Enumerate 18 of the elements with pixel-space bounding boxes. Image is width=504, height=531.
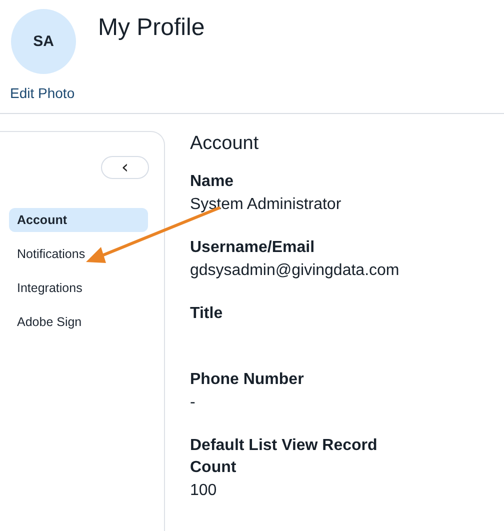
sidebar-item[interactable]: Integrations [9,276,148,300]
field-value: - [190,393,196,413]
field-label: Phone Number [190,370,305,390]
field-value: System Administrator [190,195,342,215]
field-label: Username/Email [190,238,316,258]
field-value: 100 [190,481,218,501]
section-heading: Account [190,133,260,155]
field-label: Name [190,172,235,192]
field-value: gdsysadmin@givingdata.com [190,261,400,281]
edit-photo-link[interactable]: Edit Photo [10,85,75,101]
page-title: My Profile [98,14,205,43]
avatar: SA [11,9,76,74]
field-label: Default List View Record Count [190,436,378,478]
sidebar-item[interactable]: Notifications [9,242,148,266]
collapse-button[interactable]: ‹ [101,156,149,179]
sidebar-item[interactable]: Account [9,208,148,232]
field-label: Title [190,304,224,324]
sidebar-item[interactable]: Adobe Sign [9,310,148,334]
